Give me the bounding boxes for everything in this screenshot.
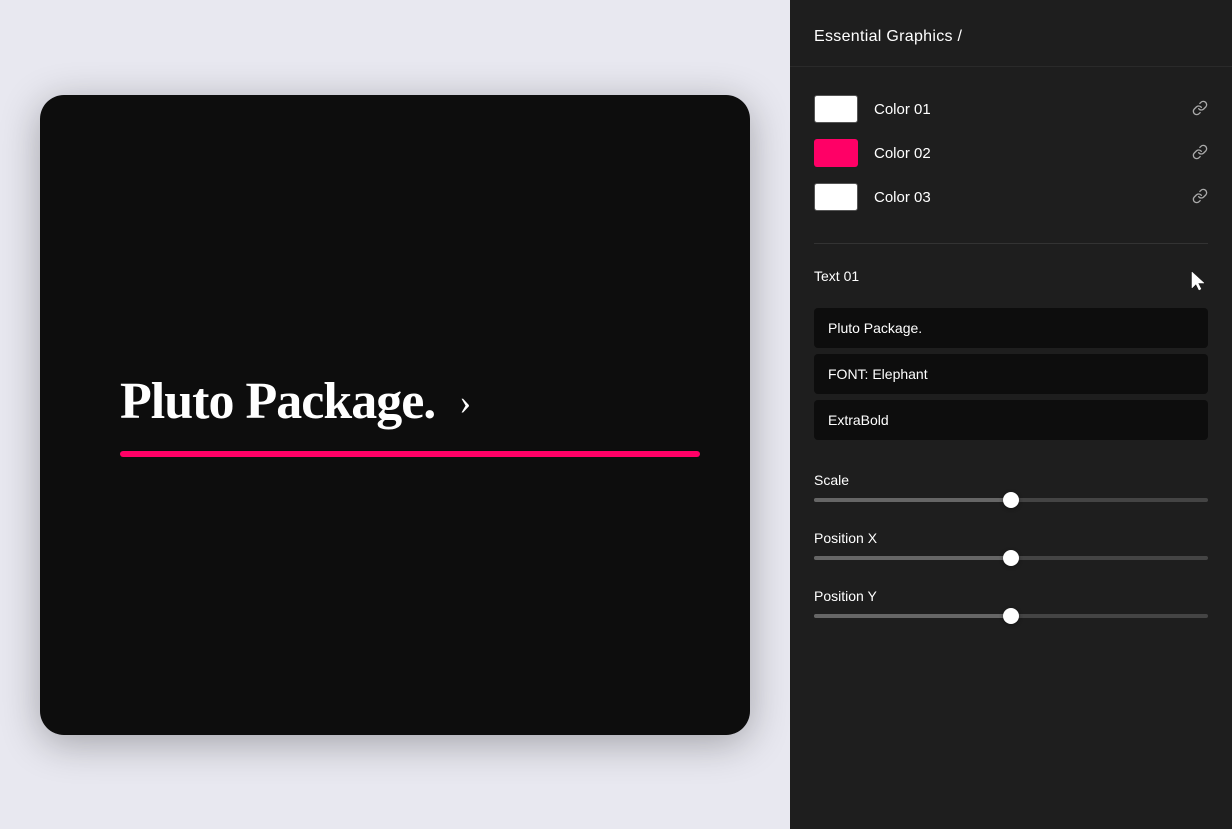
scale-track[interactable] [814, 498, 1208, 502]
color-swatch-01[interactable] [814, 95, 858, 123]
font-field[interactable]: FONT: Elephant [814, 354, 1208, 394]
color-link-icon-01[interactable] [1192, 100, 1208, 119]
position-y-thumb[interactable] [1003, 608, 1019, 624]
preview-title: Pluto Package. › [120, 372, 470, 431]
color-label-02: Color 02 [874, 145, 1192, 162]
panel-content: Color 01 Color 02 [790, 67, 1232, 674]
position-x-slider-section: Position X [814, 530, 1208, 560]
color-label-01: Color 01 [874, 101, 1192, 118]
position-y-slider-section: Position Y [814, 588, 1208, 618]
text-header: Text 01 [814, 268, 1208, 296]
scale-slider-section: Scale [814, 472, 1208, 502]
color-link-icon-03[interactable] [1192, 188, 1208, 207]
preview-card: Pluto Package. › [40, 95, 750, 735]
position-y-track[interactable] [814, 614, 1208, 618]
color-row-02: Color 02 [814, 139, 1208, 167]
panel-title: Essential Graphics / [814, 28, 962, 45]
text-value-field[interactable]: Pluto Package. [814, 308, 1208, 348]
position-x-thumb[interactable] [1003, 550, 1019, 566]
text-section: Text 01 Pluto Package. FONT: Elephant Ex… [814, 268, 1208, 440]
color-row-03: Color 03 [814, 183, 1208, 211]
position-y-fill [814, 614, 1011, 618]
color-row-01: Color 01 [814, 95, 1208, 123]
weight-field[interactable]: ExtraBold [814, 400, 1208, 440]
color-swatch-02[interactable] [814, 139, 858, 167]
color-link-icon-02[interactable] [1192, 144, 1208, 163]
color-swatch-03[interactable] [814, 183, 858, 211]
cursor-icon [1188, 270, 1208, 294]
panel-header: Essential Graphics / [790, 0, 1232, 67]
left-panel: Pluto Package. › [0, 0, 790, 829]
scale-thumb[interactable] [1003, 492, 1019, 508]
color-label-03: Color 03 [874, 189, 1192, 206]
position-x-track[interactable] [814, 556, 1208, 560]
preview-arrow: › [459, 381, 470, 423]
preview-line [120, 451, 700, 457]
preview-text: Pluto Package. [120, 372, 435, 431]
color-section: Color 01 Color 02 [814, 95, 1208, 211]
position-y-label: Position Y [814, 588, 1208, 604]
scale-fill [814, 498, 1011, 502]
scale-label: Scale [814, 472, 1208, 488]
right-panel: Essential Graphics / Color 01 Color 02 [790, 0, 1232, 829]
position-x-fill [814, 556, 1011, 560]
divider [814, 243, 1208, 244]
position-x-label: Position X [814, 530, 1208, 546]
text-section-label: Text 01 [814, 268, 859, 284]
